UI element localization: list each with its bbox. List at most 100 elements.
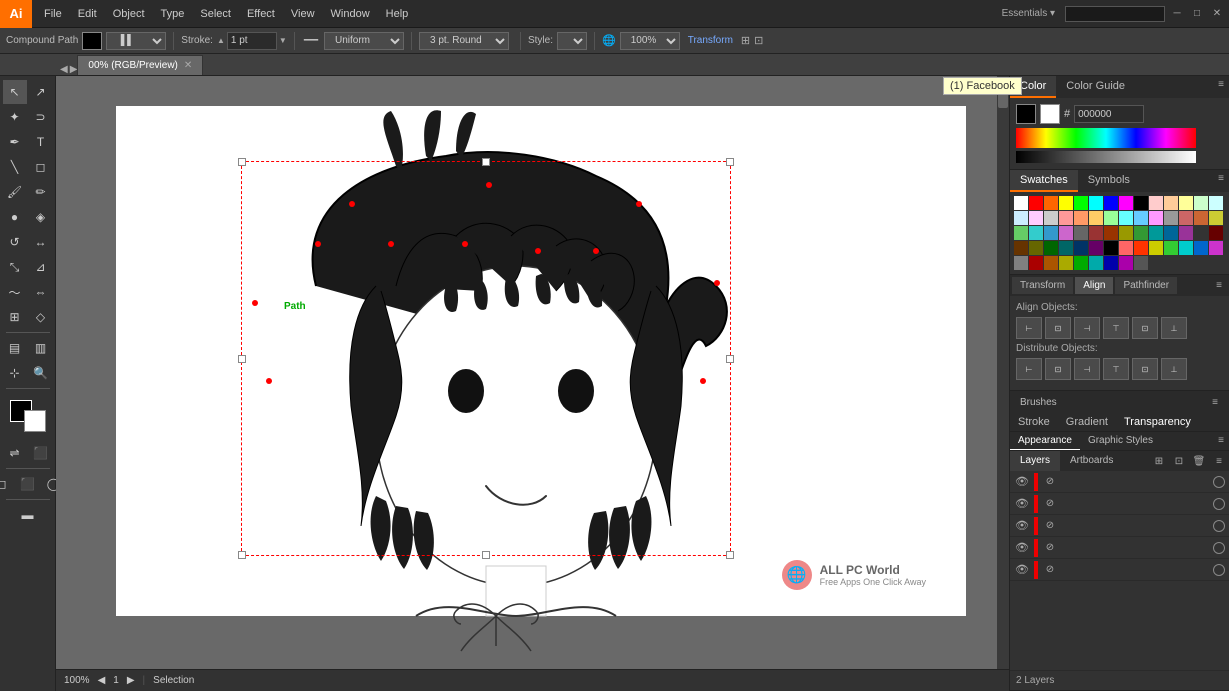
layer-row[interactable]: 👁 ⊘ xyxy=(1010,559,1229,581)
swatch[interactable] xyxy=(1179,226,1193,240)
dist-bottom-btn[interactable]: ⊥ xyxy=(1161,358,1187,380)
shape-builder-tool[interactable]: ◇ xyxy=(29,305,53,329)
layers-menu-btn[interactable]: ≡ xyxy=(1211,453,1227,469)
color-guide-tab[interactable]: Color Guide xyxy=(1056,76,1135,98)
swatch[interactable] xyxy=(1044,256,1058,270)
swatch[interactable] xyxy=(1209,241,1223,255)
swatch[interactable] xyxy=(1029,256,1043,270)
swatch[interactable] xyxy=(1149,196,1163,210)
layer-row[interactable]: 👁 ⊘ xyxy=(1010,493,1229,515)
dist-right-btn[interactable]: ⊣ xyxy=(1074,358,1100,380)
close-button[interactable]: ✕ xyxy=(1209,6,1225,22)
layer-eye-1[interactable]: 👁 xyxy=(1014,496,1030,512)
stroke-style-select[interactable]: Uniform xyxy=(324,32,404,50)
mesh-tool[interactable]: ⊹ xyxy=(3,361,27,385)
align-icon[interactable]: ⊞ xyxy=(741,34,750,47)
swatch[interactable] xyxy=(1089,256,1103,270)
minimize-button[interactable]: ─ xyxy=(1169,6,1185,22)
layers-tab[interactable]: Layers xyxy=(1010,451,1060,471)
menu-effect[interactable]: Effect xyxy=(239,4,283,24)
menu-select[interactable]: Select xyxy=(192,4,239,24)
maximize-button[interactable]: □ xyxy=(1189,6,1205,22)
layer-vis-2[interactable] xyxy=(1213,520,1225,532)
default-colors-btn[interactable]: ⬛ xyxy=(29,441,53,465)
swatch[interactable] xyxy=(1134,226,1148,240)
swatch[interactable] xyxy=(1029,241,1043,255)
warp-tool[interactable]: 〜 xyxy=(3,280,27,304)
globe-icon[interactable]: 🌐 xyxy=(602,34,616,47)
fill-color-swatch[interactable] xyxy=(82,32,102,50)
swatch[interactable] xyxy=(1164,196,1178,210)
zoom-tool[interactable]: 🔍 xyxy=(29,361,53,385)
tab-close-button[interactable]: ✕ xyxy=(184,60,192,71)
transform-tab[interactable]: Transform xyxy=(1012,277,1073,294)
color-panel-menu[interactable]: ≡ xyxy=(1213,76,1229,92)
swatch[interactable] xyxy=(1104,256,1118,270)
swatch[interactable] xyxy=(1029,211,1043,225)
zoom-select[interactable]: 100% xyxy=(620,32,680,50)
lasso-tool[interactable]: ⊃ xyxy=(29,105,53,129)
swatch[interactable] xyxy=(1089,241,1103,255)
stroke-width-input[interactable] xyxy=(227,32,277,50)
tab-left-arrow[interactable]: ◀ xyxy=(60,64,68,75)
hue-spectrum[interactable] xyxy=(1016,128,1196,148)
swatch[interactable] xyxy=(1134,241,1148,255)
swatch[interactable] xyxy=(1074,196,1088,210)
bg-color-swatch[interactable] xyxy=(1040,104,1060,124)
eraser-tool[interactable]: ◈ xyxy=(29,205,53,229)
layer-eye-4[interactable]: 👁 xyxy=(1014,562,1030,578)
swatch[interactable] xyxy=(1059,241,1073,255)
swatch[interactable] xyxy=(1029,226,1043,240)
gradient-tool[interactable]: ▥ xyxy=(29,336,53,360)
swatch[interactable] xyxy=(1044,196,1058,210)
distribute-icon[interactable]: ⊡ xyxy=(754,34,763,47)
width-tool[interactable]: ⇔ xyxy=(29,280,53,304)
swatch[interactable] xyxy=(1014,196,1028,210)
menu-object[interactable]: Object xyxy=(105,4,153,24)
magic-wand-tool[interactable]: ✦ xyxy=(3,105,27,129)
align-left-btn[interactable]: ⊢ xyxy=(1016,317,1042,339)
swatch[interactable] xyxy=(1194,241,1208,255)
color-spectrum-bar[interactable] xyxy=(1016,128,1223,148)
swatch[interactable] xyxy=(1089,226,1103,240)
swatch[interactable] xyxy=(1194,211,1208,225)
swatch[interactable] xyxy=(1209,211,1223,225)
graph-tool[interactable]: ▤ xyxy=(3,336,27,360)
vertical-scrollbar[interactable] xyxy=(997,76,1009,669)
swatch[interactable] xyxy=(1044,211,1058,225)
swatch[interactable] xyxy=(1104,226,1118,240)
transform-panel-menu[interactable]: ≡ xyxy=(1211,277,1227,293)
swatch[interactable] xyxy=(1104,211,1118,225)
swatches-panel-menu[interactable]: ≡ xyxy=(1213,170,1229,186)
rect-tool[interactable]: ◻ xyxy=(29,155,53,179)
stroke-cap-select[interactable]: 3 pt. Round xyxy=(419,32,509,50)
line-tool[interactable]: ╲ xyxy=(3,155,27,179)
swatch[interactable] xyxy=(1074,226,1088,240)
layer-row[interactable]: 👁 ⊘ xyxy=(1010,515,1229,537)
artboards-tab[interactable]: Artboards xyxy=(1060,451,1123,471)
menu-edit[interactable]: Edit xyxy=(70,4,105,24)
swatch[interactable] xyxy=(1179,241,1193,255)
change-screen-btn[interactable]: ▬ xyxy=(6,503,50,527)
align-right-btn[interactable]: ⊣ xyxy=(1074,317,1100,339)
swatch[interactable] xyxy=(1044,241,1058,255)
menu-file[interactable]: File xyxy=(36,4,70,24)
fill-type-select[interactable]: ▐ ▌ xyxy=(106,32,166,50)
fg-color-swatch[interactable] xyxy=(1016,104,1036,124)
pencil-tool[interactable]: ✏ xyxy=(29,180,53,204)
swatch[interactable] xyxy=(1029,196,1043,210)
brightness-spectrum[interactable] xyxy=(1016,151,1196,163)
swatch[interactable] xyxy=(1089,196,1103,210)
swatch[interactable] xyxy=(1119,211,1133,225)
align-top-btn[interactable]: ⊤ xyxy=(1103,317,1129,339)
dist-center-h-btn[interactable]: ⊡ xyxy=(1045,358,1071,380)
menu-view[interactable]: View xyxy=(283,4,323,24)
swatch[interactable] xyxy=(1104,241,1118,255)
active-tab[interactable]: 00% (RGB/Preview) ✕ xyxy=(77,55,203,75)
swatch[interactable] xyxy=(1134,211,1148,225)
swatch[interactable] xyxy=(1149,226,1163,240)
transparency-tab[interactable]: Transparency xyxy=(1116,413,1199,431)
layer-row[interactable]: 👁 ⊘ xyxy=(1010,471,1229,493)
swatch[interactable] xyxy=(1014,241,1028,255)
swatch[interactable] xyxy=(1119,241,1133,255)
